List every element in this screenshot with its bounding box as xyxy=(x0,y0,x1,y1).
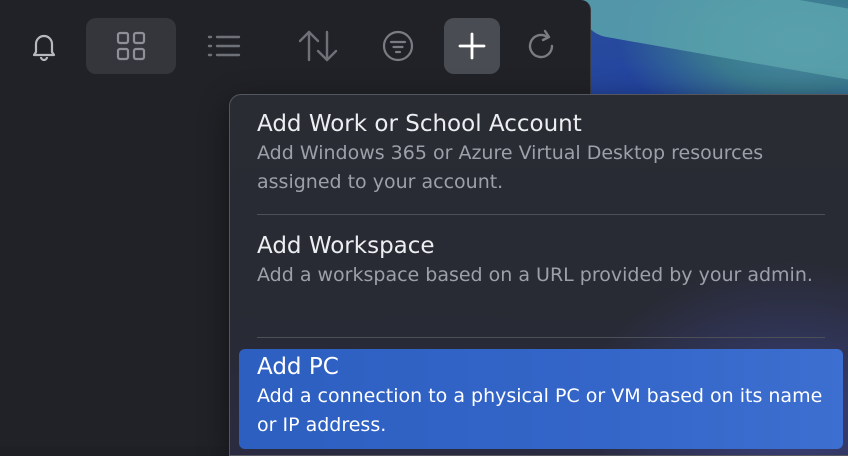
menu-separator xyxy=(257,337,825,338)
add-button[interactable] xyxy=(444,18,500,74)
menu-item-title: Add Work or School Account xyxy=(257,111,582,137)
refresh-icon xyxy=(525,28,559,64)
list-view-button[interactable] xyxy=(196,18,252,74)
sort-icon xyxy=(296,28,340,64)
sort-button[interactable] xyxy=(290,18,346,74)
menu-item-description: Add Windows 365 or Azure Virtual Desktop… xyxy=(257,142,764,193)
wallpaper-stripe xyxy=(576,0,848,88)
menu-item-add-pc[interactable]: Add PC Add a connection to a physical PC… xyxy=(239,349,843,449)
filter-icon xyxy=(381,29,415,63)
list-icon xyxy=(206,32,242,60)
menu-item-title: Add PC xyxy=(257,354,339,380)
tile-view-button[interactable] xyxy=(86,18,176,74)
bell-icon xyxy=(29,30,59,62)
toolbar xyxy=(0,0,590,92)
menu-item-description: Add a workspace based on a URL provided … xyxy=(257,264,813,286)
menu-item-add-workspace[interactable]: Add Workspace Add a workspace based on a… xyxy=(239,231,843,290)
refresh-button[interactable] xyxy=(516,18,568,74)
menu-item-description: Add a connection to a physical PC or VM … xyxy=(257,385,823,436)
plus-icon xyxy=(457,31,487,61)
menu-item-title: Add Workspace xyxy=(257,233,435,259)
grid-icon xyxy=(115,30,147,62)
menu-item-add-work-or-school-account[interactable]: Add Work or School Account Add Windows 3… xyxy=(239,109,843,197)
notifications-button[interactable] xyxy=(20,18,68,74)
add-menu: Add Work or School Account Add Windows 3… xyxy=(229,94,848,456)
filter-button[interactable] xyxy=(372,18,424,74)
menu-separator xyxy=(257,214,825,215)
